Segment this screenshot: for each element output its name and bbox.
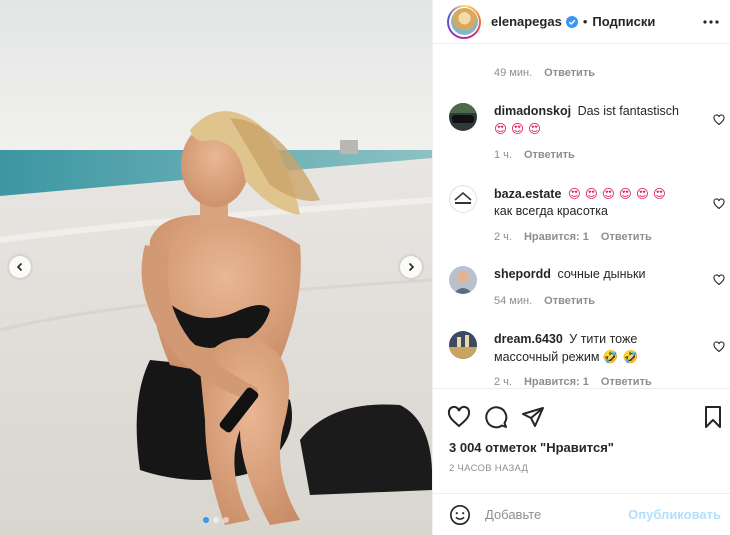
reply-button[interactable]: Ответить <box>544 295 595 307</box>
comment-time: 2 ч. <box>494 376 512 388</box>
comment-text: как всегда красотка <box>494 204 608 218</box>
comment-time: 49 мин. <box>494 67 533 79</box>
likes-count[interactable]: 3 004 отметок "Нравится" <box>449 440 614 455</box>
comment-emoji: 🤣 🤣 <box>602 349 639 364</box>
commenter-username[interactable]: shepordd <box>494 267 551 281</box>
carousel-dots <box>0 517 432 523</box>
reply-button[interactable]: Ответить <box>601 231 652 243</box>
reply-button[interactable]: Ответить <box>524 149 575 161</box>
previous-photo-button[interactable] <box>9 256 31 278</box>
post-panel: elenapegas • Подписки 49 мин. Ответить d <box>432 0 730 535</box>
carousel-dot <box>203 517 209 523</box>
comment-text: сочные дыньки <box>557 267 646 281</box>
comment-meta: 2 ч. Нравится: 1 Ответить <box>494 231 652 243</box>
comment-body: baza.estate 😍 😍 😍 😍 😍 😍 как всегда красо… <box>494 185 704 220</box>
comment-text: Das ist fantastisch <box>577 104 680 118</box>
reply-button[interactable]: Ответить <box>601 376 652 388</box>
comment-time: 54 мин. <box>494 295 533 307</box>
smile-icon[interactable] <box>449 504 471 526</box>
more-options-button[interactable] <box>701 12 721 32</box>
verified-icon <box>565 15 578 28</box>
save-icon[interactable] <box>701 405 725 429</box>
reply-button[interactable]: Ответить <box>544 67 595 79</box>
commenter-username[interactable]: dream.6430 <box>494 332 563 346</box>
share-icon[interactable] <box>521 405 545 429</box>
post-timestamp: 2 ЧАСОВ НАЗАД <box>449 463 529 474</box>
commenter-username[interactable]: baza.estate <box>494 187 561 201</box>
separator-dot: • <box>582 14 588 29</box>
comment-emoji: 😍 😍 😍 😍 😍 😍 <box>567 186 666 201</box>
heart-icon[interactable] <box>447 405 471 429</box>
commenter-avatar[interactable] <box>449 103 477 131</box>
post-actions <box>433 388 730 436</box>
carousel-dot <box>213 517 219 523</box>
comment-body: shepordd сочные дыньки <box>494 266 704 283</box>
comment-likes[interactable]: Нравится: 1 <box>524 231 589 243</box>
comment-meta: 54 мин. Ответить <box>494 295 595 307</box>
like-comment-heart-icon[interactable] <box>713 274 725 286</box>
beach-photo <box>0 0 432 535</box>
comment-body: dimadonskoj Das ist fantastisch 😍 😍 😍 <box>494 103 704 138</box>
like-comment-heart-icon[interactable] <box>713 114 725 126</box>
next-photo-button[interactable] <box>400 256 422 278</box>
chevron-right-icon <box>408 262 415 272</box>
comment-emoji: 😍 😍 😍 <box>494 121 542 136</box>
comment-time: 2 ч. <box>494 231 512 243</box>
comment-meta: 2 ч. Нравится: 1 Ответить <box>494 376 652 388</box>
commenter-avatar[interactable] <box>449 185 477 213</box>
chevron-left-icon <box>16 262 23 272</box>
following-button[interactable]: Подписки <box>592 14 655 29</box>
comment-meta: 49 мин. Ответить <box>494 67 595 79</box>
like-comment-heart-icon[interactable] <box>713 341 725 353</box>
more-icon <box>703 19 719 24</box>
commenter-avatar[interactable] <box>449 331 477 359</box>
carousel-dot <box>223 517 229 523</box>
post-header: elenapegas • Подписки <box>433 0 730 44</box>
commenter-username[interactable]: dimadonskoj <box>494 104 571 118</box>
comment-icon[interactable] <box>484 405 508 429</box>
comment-input[interactable] <box>485 507 625 522</box>
comments-list: 49 мин. Ответить dimadonskoj Das ist fan… <box>433 45 730 388</box>
like-comment-heart-icon[interactable] <box>713 198 725 210</box>
comment-meta: 1 ч. Ответить <box>494 149 575 161</box>
comment-likes[interactable]: Нравится: 1 <box>524 376 589 388</box>
post-photo <box>0 0 432 535</box>
author-username[interactable]: elenapegas <box>491 14 562 29</box>
author-avatar[interactable] <box>447 4 481 39</box>
comment-time: 1 ч. <box>494 149 512 161</box>
comment-body: dream.6430 У тити тоже массочный режим 🤣… <box>494 331 704 366</box>
commenter-avatar[interactable] <box>449 266 477 294</box>
add-comment-bar: Опубликовать <box>433 493 730 535</box>
publish-button[interactable]: Опубликовать <box>628 507 721 522</box>
